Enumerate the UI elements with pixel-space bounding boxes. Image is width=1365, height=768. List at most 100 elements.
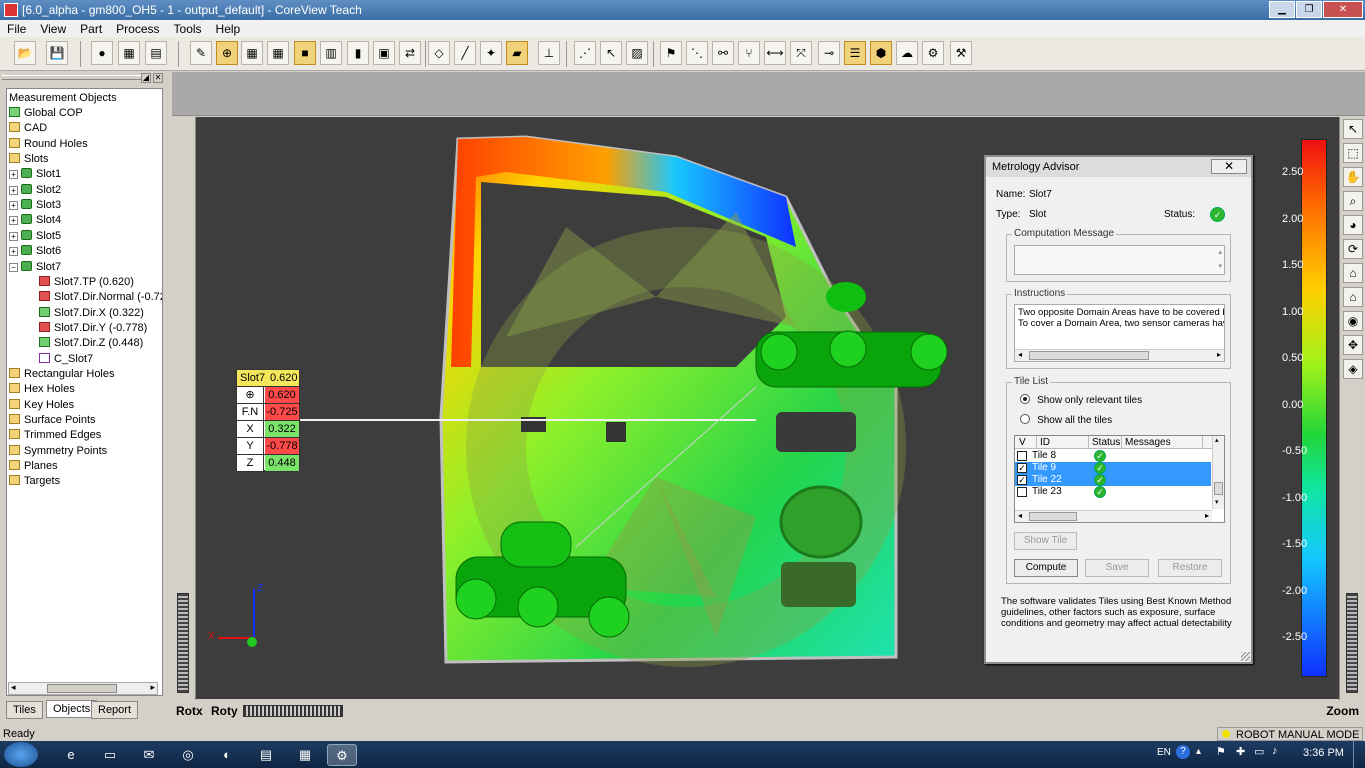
tree-item[interactable]: Slots — [9, 152, 48, 167]
tree-item[interactable]: CAD — [9, 121, 47, 136]
expand-icon[interactable]: + — [9, 216, 18, 226]
tile-row[interactable]: ✓ Tile 9 ✓ — [1015, 462, 1211, 474]
chart-icon[interactable]: ▣ — [373, 41, 395, 65]
coreview-taskbar-icon[interactable]: ⚙ — [327, 744, 357, 766]
sphere-icon[interactable]: ◕ — [1343, 215, 1363, 235]
scroll-left-icon[interactable]: ◂ — [11, 682, 16, 693]
expand-icon[interactable]: + — [9, 185, 18, 195]
menu-part[interactable]: Part — [73, 22, 109, 36]
tile-row[interactable]: Tile 23 ✓ — [1015, 486, 1211, 498]
col-status[interactable]: Status — [1088, 436, 1120, 449]
probe-icon[interactable]: ✎ — [190, 41, 212, 65]
tile-checkbox[interactable]: ✓ — [1017, 475, 1027, 485]
tree-item[interactable]: + Slot5 — [9, 229, 61, 244]
robot-icon[interactable]: ⚙ — [922, 41, 944, 65]
point-icon[interactable]: ✦ — [480, 41, 502, 65]
zoom-dial[interactable] — [1346, 593, 1358, 693]
menu-file[interactable]: File — [0, 22, 33, 36]
home-view-icon[interactable]: ⌂ — [1343, 287, 1363, 307]
radio-relevant[interactable]: Show only relevant tiles — [1020, 394, 1142, 406]
show-tile-button[interactable]: Show Tile — [1014, 532, 1077, 550]
resize-grip[interactable] — [1241, 652, 1250, 661]
menu-view[interactable]: View — [33, 22, 73, 36]
switch-icon[interactable]: ⇄ — [399, 41, 421, 65]
instructions-scrollbar[interactable]: ◂ ▸ — [1015, 349, 1224, 361]
tree-item[interactable]: + Slot4 — [9, 213, 61, 228]
edge-icon[interactable]: ╱ — [454, 41, 476, 65]
panel-close-icon[interactable]: ✕ — [153, 73, 163, 83]
tile-table-vscroll[interactable]: ▴ ▾ — [1212, 436, 1224, 509]
tray-arrow-icon[interactable]: ▴ — [1196, 746, 1201, 757]
grid-icon[interactable]: ▦ — [118, 41, 140, 65]
tray-network-icon[interactable]: ▭ — [1254, 745, 1264, 758]
tree-item[interactable]: Round Holes — [9, 137, 88, 152]
collapse-icon[interactable]: − — [9, 262, 18, 272]
tree-item[interactable]: + Slot6 — [9, 244, 61, 259]
tree-item[interactable]: Hex Holes — [9, 382, 75, 397]
col-messages[interactable]: Messages — [1121, 436, 1203, 449]
node-icon[interactable]: ⊸ — [818, 41, 840, 65]
tab-objects[interactable]: Objects — [46, 700, 98, 718]
tree-item[interactable]: Slot7.TP (0.620) — [39, 275, 134, 290]
tree-item[interactable]: Surface Points — [9, 413, 96, 428]
select-arrow-icon[interactable]: ↖ — [1343, 119, 1363, 139]
ie-icon[interactable]: e — [56, 744, 86, 766]
home-icon[interactable]: ⌂ — [1343, 263, 1363, 283]
tree-item[interactable]: Slot7.Dir.Normal (-0.72 — [39, 290, 162, 305]
language-indicator[interactable]: EN — [1157, 747, 1171, 758]
layers-icon[interactable]: ☰ — [844, 41, 866, 65]
zoom-box-icon[interactable]: ⌕ — [1343, 191, 1363, 211]
menu-tools[interactable]: Tools — [167, 22, 209, 36]
tree-item[interactable]: + Slot1 — [9, 167, 61, 182]
tree-item[interactable]: C_Slot7 — [39, 352, 93, 367]
close-button[interactable]: ✕ — [1323, 1, 1363, 18]
hatch-icon[interactable]: ▨ — [626, 41, 648, 65]
tray-volume-icon[interactable]: ♪ — [1272, 745, 1278, 757]
tree-root[interactable]: Measurement Objects — [9, 91, 117, 106]
expand-icon[interactable]: + — [9, 247, 18, 257]
tile-checkbox[interactable] — [1017, 451, 1027, 461]
move-icon[interactable]: ✥ — [1343, 335, 1363, 355]
tree-item[interactable]: Rectangular Holes — [9, 367, 115, 382]
roty-dial[interactable] — [243, 705, 343, 717]
radio-all[interactable]: Show all the tiles — [1020, 414, 1112, 426]
tray-action-icon[interactable]: ✚ — [1236, 745, 1245, 758]
tree-item[interactable]: − Slot7 — [9, 260, 61, 275]
plane-icon[interactable]: ◇ — [428, 41, 450, 65]
tree-item[interactable]: Trimmed Edges — [9, 428, 101, 443]
cube-view-icon[interactable]: ◈ — [1343, 359, 1363, 379]
computation-message-box[interactable]: ▴ ▾ — [1014, 245, 1225, 275]
explorer-icon[interactable]: ▭ — [95, 744, 125, 766]
tile-table-hscroll[interactable]: ◂ ▸ — [1015, 510, 1212, 522]
dialog-close-icon[interactable]: ✕ — [1211, 159, 1247, 174]
restore-button[interactable]: Restore — [1158, 559, 1222, 577]
grid-fine-icon[interactable]: ▦ — [267, 41, 289, 65]
tree-item[interactable]: Slot7.Dir.Y (-0.778) — [39, 321, 147, 336]
start-button[interactable] — [4, 742, 38, 767]
tree-item[interactable]: + Slot2 — [9, 183, 61, 198]
tree-item[interactable]: + Slot3 — [9, 198, 61, 213]
tile-checkbox[interactable] — [1017, 487, 1027, 497]
nodes-icon[interactable]: ⋱ — [686, 41, 708, 65]
maximize-button[interactable]: ❐ — [1296, 1, 1322, 18]
tiles-icon[interactable]: ▤ — [145, 41, 167, 65]
tile-row[interactable]: Tile 8 ✓ — [1015, 450, 1211, 462]
objects-icon[interactable]: ● — [91, 41, 113, 65]
connect-icon[interactable]: ⚯ — [712, 41, 734, 65]
tree-item[interactable]: Slot7.Dir.X (0.322) — [39, 306, 144, 321]
tree-item[interactable]: Targets — [9, 474, 60, 489]
tree-item[interactable]: Global COP — [9, 106, 83, 121]
tray-flag-icon[interactable]: ⚑ — [1216, 745, 1226, 758]
expand-icon[interactable]: + — [9, 170, 18, 180]
tile-row[interactable]: ✓ Tile 22 ✓ — [1015, 474, 1211, 486]
file-app-icon[interactable]: ▦ — [290, 744, 320, 766]
panel-resize-icon[interactable]: ◢ — [141, 73, 151, 83]
robot-arm-icon[interactable]: ⚒ — [950, 41, 972, 65]
clock[interactable]: 3:36 PM — [1303, 747, 1344, 759]
minimize-button[interactable]: ▁ — [1269, 1, 1295, 18]
cube-icon[interactable]: ■ — [294, 41, 316, 65]
scroll-thumb[interactable] — [47, 684, 117, 693]
save-icon[interactable]: 💾 — [46, 41, 68, 65]
scroll-right-icon[interactable]: ▸ — [150, 682, 155, 693]
link-icon[interactable]: ⟷ — [764, 41, 786, 65]
